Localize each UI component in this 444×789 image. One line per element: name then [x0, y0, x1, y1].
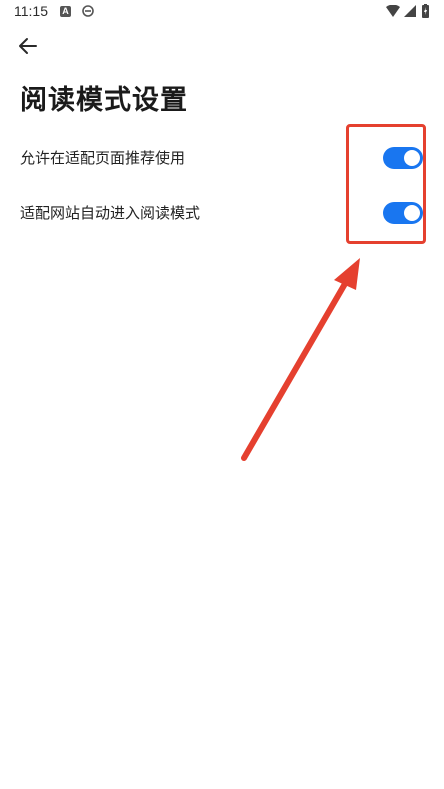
page-title: 阅读模式设置 [20, 85, 188, 116]
setting-label-auto-enter: 适配网站自动进入阅读模式 [20, 204, 201, 222]
wifi-icon [386, 5, 400, 17]
arrow-left-icon [19, 38, 37, 54]
browser-e-icon [82, 5, 94, 17]
app-a-icon: A [60, 6, 71, 17]
setting-label-recommend: 允许在适配页面推荐使用 [20, 149, 186, 167]
battery-icon [422, 4, 429, 18]
back-button[interactable] [12, 32, 44, 60]
status-time: 11:15 [14, 3, 48, 19]
status-bar: 11:15 A [0, 0, 444, 26]
annotation-highlight-box [346, 124, 426, 244]
annotation-arrow [241, 258, 360, 461]
signal-icon [404, 5, 416, 17]
